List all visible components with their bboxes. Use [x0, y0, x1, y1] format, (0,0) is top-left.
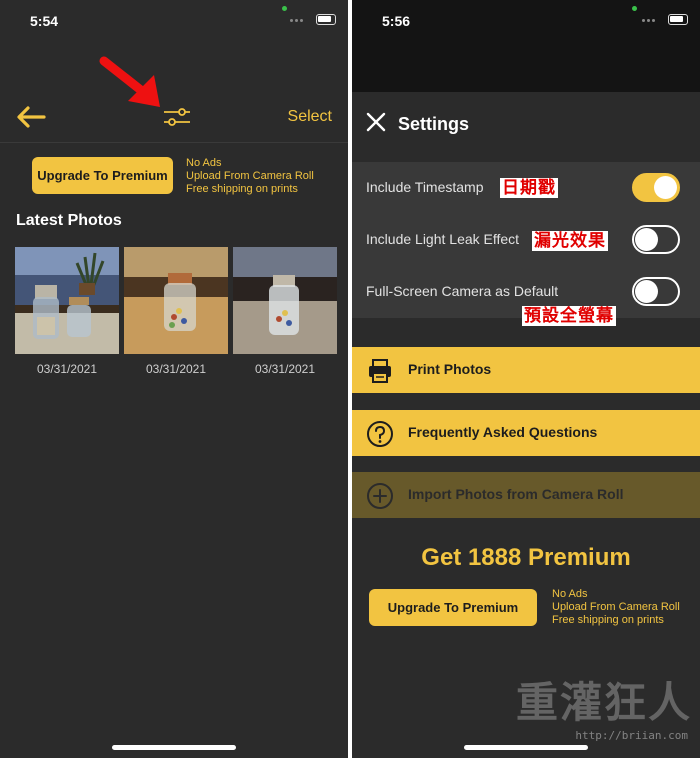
fullscreen-camera-toggle[interactable]: [632, 277, 680, 306]
watermark-logo: 重灌狂人: [515, 678, 692, 727]
benefit-item: Upload From Camera Roll: [552, 601, 680, 613]
printer-icon: [369, 359, 391, 383]
status-bar: 5:54: [0, 0, 348, 44]
battery-icon: [316, 14, 336, 25]
photo-thumbnail[interactable]: [15, 247, 119, 354]
premium-benefits: No Ads Upload From Camera Roll Free ship…: [552, 588, 680, 627]
settings-sheet: Settings Include Timestamp Include Light…: [352, 92, 700, 758]
header-divider: [0, 142, 348, 143]
benefit-item: Free shipping on prints: [552, 614, 664, 626]
settings-title: Settings: [398, 114, 470, 134]
upgrade-premium-button[interactable]: Upgrade To Premium: [32, 157, 173, 194]
settings-screen: 5:56 Settings Include Timestamp Include …: [352, 0, 700, 758]
premium-promo-title: Get 1888 Premium: [421, 544, 631, 571]
latest-photos-title: Latest Photos: [16, 212, 122, 229]
benefit-item: No Ads: [552, 588, 588, 600]
benefit-item: No Ads: [186, 157, 222, 169]
watermark-url: http://briian.com: [575, 729, 688, 742]
timestamp-toggle[interactable]: [632, 173, 680, 202]
close-icon[interactable]: [366, 112, 386, 132]
photo-thumbnail[interactable]: [233, 247, 337, 354]
annotation-timestamp: 日期戳: [500, 178, 558, 198]
photos-screen: 5:54 Select Upgrade To Premium No Ads Up…: [0, 0, 348, 758]
annotation-light-leak: 漏光效果: [532, 231, 608, 251]
annotation-fullscreen: 預設全螢幕: [522, 306, 616, 326]
benefit-item: Free shipping on prints: [186, 183, 298, 195]
print-photos-button[interactable]: Print Photos: [352, 347, 700, 393]
camera-indicator-icon: [632, 6, 637, 11]
faq-button[interactable]: Frequently Asked Questions: [352, 410, 700, 456]
select-button[interactable]: Select: [288, 108, 332, 126]
photo-date: 03/31/2021: [254, 362, 316, 376]
home-indicator: [112, 745, 236, 750]
menu-label: Import Photos from Camera Roll: [408, 486, 624, 502]
back-arrow-icon[interactable]: [14, 104, 48, 130]
home-indicator: [464, 745, 588, 750]
status-bar: 5:56: [352, 0, 700, 44]
camera-indicator-icon: [282, 6, 287, 11]
question-icon: [367, 421, 393, 447]
photo-thumbnail[interactable]: [124, 247, 228, 354]
red-pointer-arrow-icon: [99, 56, 160, 107]
status-time: 5:56: [382, 13, 411, 29]
toggle-label: Include Light Leak Effect: [366, 231, 520, 247]
upgrade-premium-button[interactable]: Upgrade To Premium: [369, 589, 537, 626]
settings-sliders-icon[interactable]: [160, 104, 194, 130]
status-time: 5:54: [30, 13, 59, 29]
battery-icon: [668, 14, 688, 25]
premium-benefits: No Ads Upload From Camera Roll Free ship…: [186, 157, 314, 196]
signal-icon: [642, 19, 658, 24]
benefit-item: Upload From Camera Roll: [186, 170, 314, 182]
import-photos-button[interactable]: Import Photos from Camera Roll: [352, 472, 700, 518]
plus-icon: [367, 483, 393, 509]
menu-label: Frequently Asked Questions: [408, 424, 598, 440]
photo-date: 03/31/2021: [145, 362, 207, 376]
toggle-label: Include Timestamp: [366, 179, 484, 195]
toggle-label: Full-Screen Camera as Default: [366, 283, 559, 299]
toggle-row-light-leak: Include Light Leak Effect: [352, 214, 700, 266]
menu-label: Print Photos: [408, 361, 492, 377]
light-leak-toggle[interactable]: [632, 225, 680, 254]
photo-date: 03/31/2021: [36, 362, 98, 376]
signal-icon: [290, 19, 306, 24]
